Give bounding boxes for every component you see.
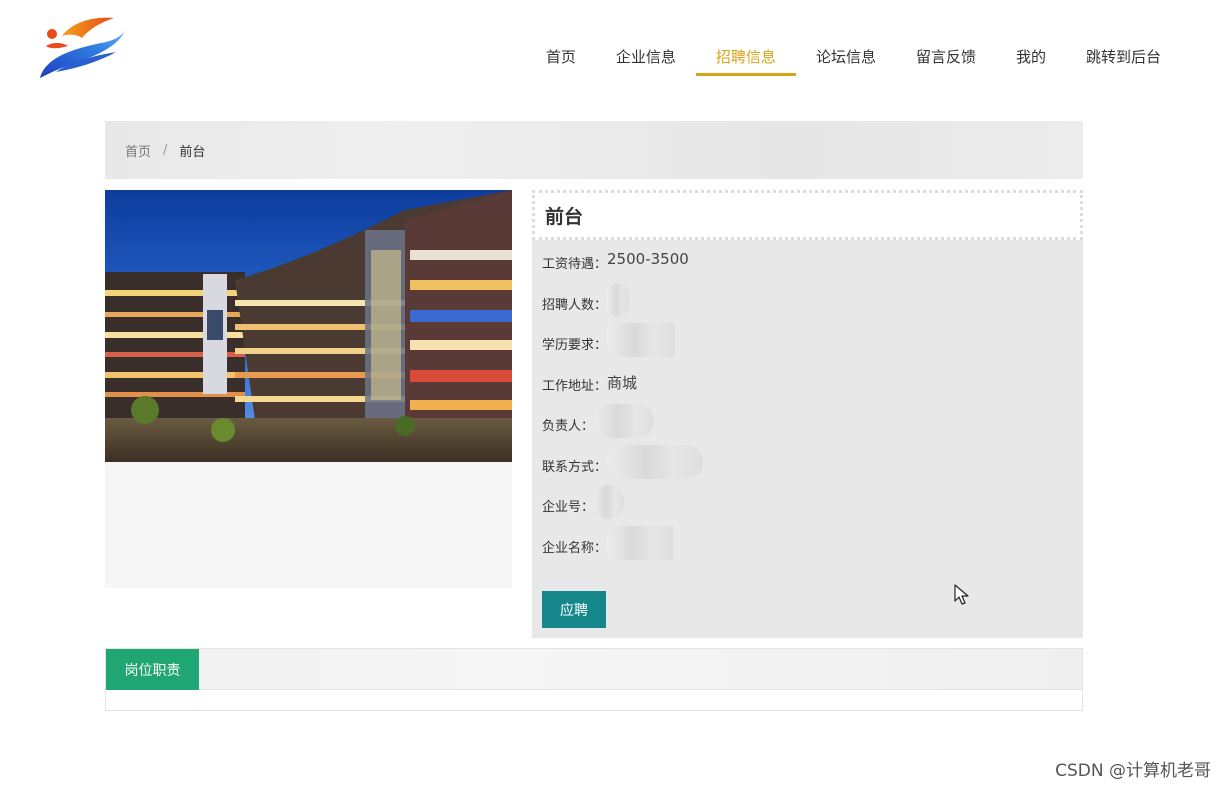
nav-item-feedback[interactable]: 留言反馈 [896,36,996,76]
nav-item-company-info[interactable]: 企业信息 [596,36,696,76]
job-title: 前台 [545,205,584,228]
job-tabs: 岗位职责 [105,648,1083,711]
tab-job-duties[interactable]: 岗位职责 [106,649,199,690]
field-label: 工作地址： [542,378,608,394]
nav-item-forum[interactable]: 论坛信息 [796,36,896,76]
field-label: 学历要求： [542,338,608,353]
breadcrumb-home-link[interactable]: 首页 [125,141,151,160]
field-label: 负责人： [542,419,595,434]
field-label: 企业名称： [542,540,608,556]
redacted-value [594,404,655,438]
field-label: 招聘人数： [542,297,608,313]
field-phone: 联系方式： [542,444,1073,492]
job-fields: 工资待遇： 2500-3500 招聘人数： 学历要求： 工作地址： 商城 负责人… [532,240,1083,572]
watermark: CSDN @计算机老哥 [1055,761,1211,781]
site-logo[interactable] [36,12,128,86]
tab-bar: 岗位职责 [106,649,1082,690]
job-photo [105,190,512,462]
field-salary: 工资待遇： 2500-3500 [542,248,1073,289]
breadcrumb-current: 前台 [179,144,206,160]
redacted-value [607,444,704,479]
breadcrumb-separator: / [163,142,168,158]
job-image-panel [105,190,512,588]
redacted-value [607,525,674,560]
job-title-box: 前台 [532,190,1083,240]
field-label: 联系方式： [542,459,608,475]
nav-item-home[interactable]: 首页 [526,36,596,76]
job-detail-panel: 前台 工资待遇： 2500-3500 招聘人数： 学历要求： 工作地址： 商城 … [532,190,1083,638]
nav-item-admin[interactable]: 跳转到后台 [1066,36,1181,76]
field-education: 学历要求： [542,323,1073,370]
field-label: 工资待遇： [542,257,608,272]
main-nav: 首页 企业信息 招聘信息 论坛信息 留言反馈 我的 跳转到后台 [526,36,1181,76]
field-label: 企业号： [542,500,595,515]
redacted-value [594,485,625,519]
breadcrumb: 首页 / 前台 [105,121,1083,179]
nav-item-job-info[interactable]: 招聘信息 [695,36,796,76]
redacted-value [607,323,676,357]
nav-item-mine[interactable]: 我的 [996,36,1066,76]
redacted-value [607,282,630,317]
apply-button[interactable]: 应聘 [542,591,606,628]
field-value: 2500-3500 [607,250,689,268]
field-company-name: 企业名称： [542,525,1073,573]
field-value: 商城 [607,373,638,392]
mouse-cursor-icon [954,584,969,605]
